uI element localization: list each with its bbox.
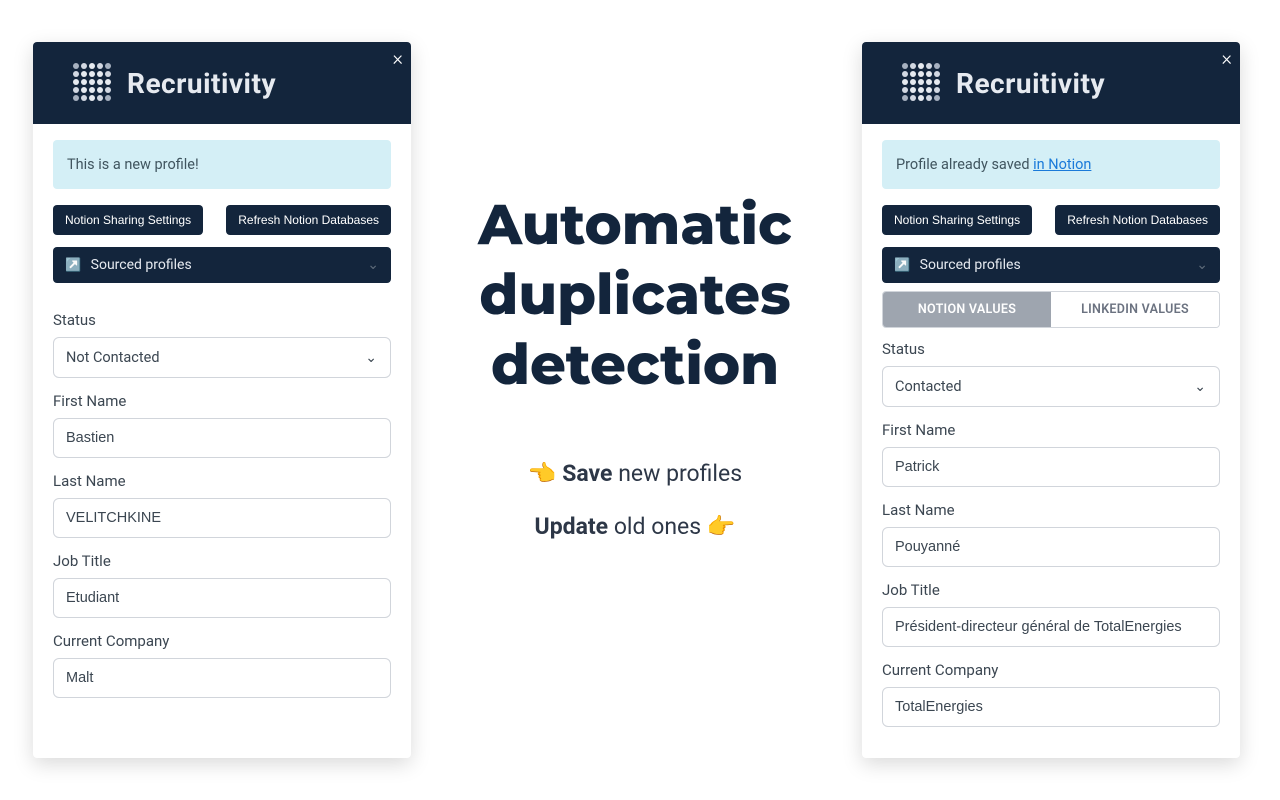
info-banner-existing: Profile already saved in Notion — [882, 140, 1220, 189]
company-input[interactable] — [53, 658, 391, 698]
first-name-label: First Name — [53, 392, 391, 410]
database-name: Sourced profiles — [91, 257, 192, 273]
notion-sharing-button[interactable]: Notion Sharing Settings — [53, 205, 203, 235]
database-icon: ↗️ — [65, 258, 81, 273]
job-title-input[interactable] — [882, 607, 1220, 647]
tab-notion-values[interactable]: NOTION VALUES — [883, 292, 1051, 327]
first-name-input[interactable] — [53, 418, 391, 458]
values-tabs: NOTION VALUES LINKEDIN VALUES — [882, 291, 1220, 328]
panel-header: × Recruitivity — [862, 42, 1240, 124]
last-name-label: Last Name — [882, 501, 1220, 519]
job-title-label: Job Title — [882, 581, 1220, 599]
first-name-label: First Name — [882, 421, 1220, 439]
database-selector[interactable]: ↗️ Sourced profiles ⌄ — [882, 247, 1220, 283]
last-name-input[interactable] — [882, 527, 1220, 567]
brand-logo: Recruitivity — [73, 63, 276, 103]
panel-header: × Recruitivity — [33, 42, 411, 124]
notion-sharing-button[interactable]: Notion Sharing Settings — [882, 205, 1032, 235]
brand-name: Recruitivity — [127, 67, 276, 100]
logo-mark-icon — [902, 63, 942, 103]
panel-existing-profile: × Recruitivity Profile already saved in … — [862, 42, 1240, 758]
brand-logo: Recruitivity — [902, 63, 1105, 103]
panel-body: This is a new profile! Notion Sharing Se… — [33, 124, 411, 718]
refresh-databases-button[interactable]: Refresh Notion Databases — [1055, 205, 1220, 235]
job-title-label: Job Title — [53, 552, 391, 570]
job-title-input[interactable] — [53, 578, 391, 618]
tab-linkedin-values[interactable]: LINKEDIN VALUES — [1051, 292, 1219, 327]
action-button-row: Notion Sharing Settings Refresh Notion D… — [882, 205, 1220, 235]
action-button-row: Notion Sharing Settings Refresh Notion D… — [53, 205, 391, 235]
refresh-databases-button[interactable]: Refresh Notion Databases — [226, 205, 391, 235]
company-label: Current Company — [53, 632, 391, 650]
in-notion-link[interactable]: in Notion — [1033, 156, 1091, 173]
subline-update: Update old ones 👉 — [430, 513, 840, 540]
first-name-input[interactable] — [882, 447, 1220, 487]
last-name-input[interactable] — [53, 498, 391, 538]
database-icon: ↗️ — [894, 258, 910, 273]
panel-new-profile: × Recruitivity This is a new profile! No… — [33, 42, 411, 758]
chevron-down-icon: ⌄ — [1196, 257, 1208, 273]
marketing-copy: Automatic duplicates detection 👈 Save ne… — [430, 190, 840, 566]
status-select[interactable]: Contacted — [882, 366, 1220, 407]
info-banner-new: This is a new profile! — [53, 140, 391, 189]
database-selector[interactable]: ↗️ Sourced profiles ⌄ — [53, 247, 391, 283]
company-label: Current Company — [882, 661, 1220, 679]
chevron-down-icon: ⌄ — [367, 257, 379, 273]
status-select[interactable]: Not Contacted — [53, 337, 391, 378]
last-name-label: Last Name — [53, 472, 391, 490]
logo-mark-icon — [73, 63, 113, 103]
panel-body: Profile already saved in Notion Notion S… — [862, 124, 1240, 747]
headline: Automatic duplicates detection — [430, 190, 840, 400]
brand-name: Recruitivity — [956, 67, 1105, 100]
subline-save: 👈 Save new profiles — [430, 460, 840, 487]
database-name: Sourced profiles — [920, 257, 1021, 273]
status-label: Status — [882, 340, 1220, 358]
close-icon[interactable]: × — [1222, 48, 1232, 68]
close-icon[interactable]: × — [393, 48, 403, 68]
status-label: Status — [53, 311, 391, 329]
company-input[interactable] — [882, 687, 1220, 727]
